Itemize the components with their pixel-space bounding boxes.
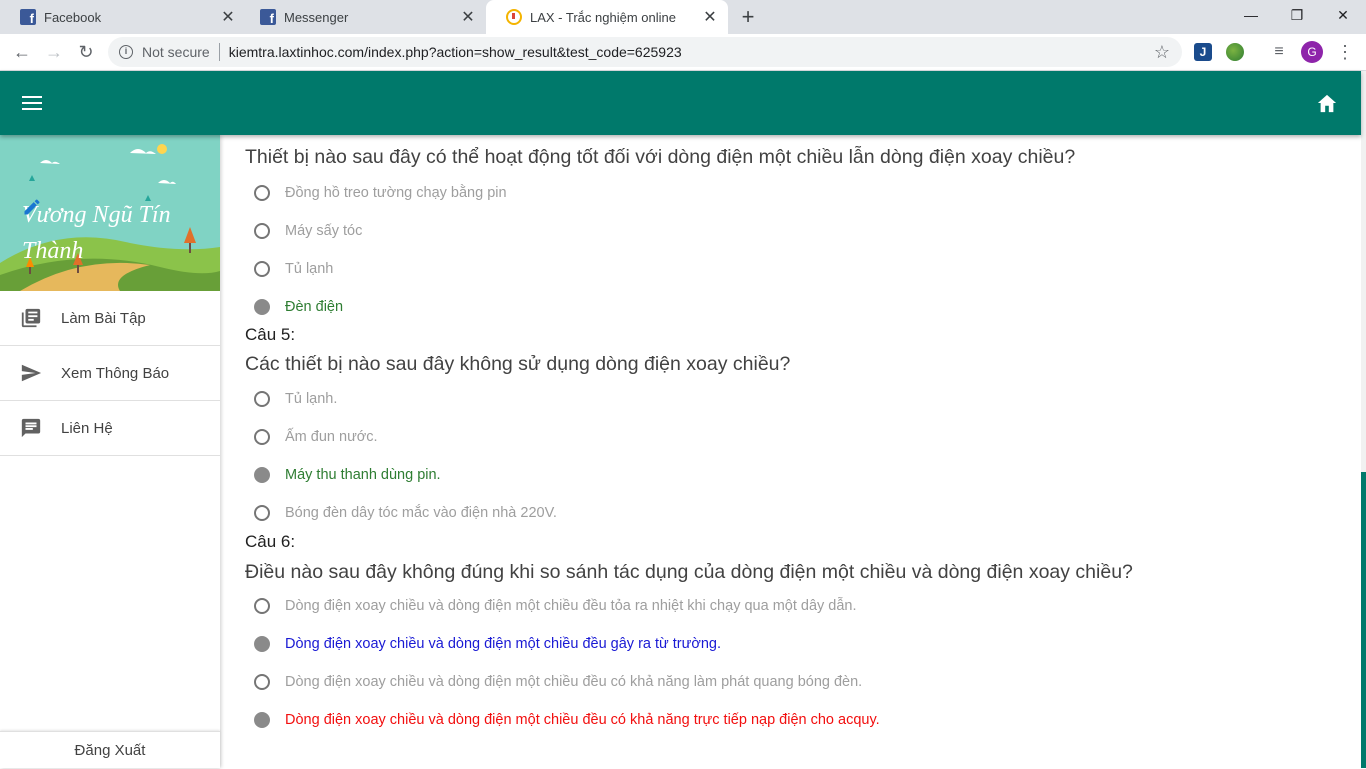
quiz-results: Thiết bị nào sau đây có thể hoạt động tố… [245, 135, 1345, 739]
question-text: Thiết bị nào sau đây có thể hoạt động tố… [245, 146, 1076, 168]
page-scrollbar[interactable] [1361, 71, 1366, 768]
option-text: Tủ lạnh. [285, 391, 338, 407]
info-icon[interactable]: i [119, 45, 133, 59]
option-text: Máy sấy tóc [285, 223, 363, 239]
radio-button[interactable] [254, 391, 270, 407]
close-icon[interactable]: ✕ [702, 7, 718, 27]
chat-icon [21, 418, 41, 438]
option-text: Dòng điện xoay chiều và dòng điện một ch… [285, 598, 857, 614]
question-text: Điều nào sau đây không đúng khi so sánh … [245, 561, 1133, 583]
radio-button[interactable] [254, 429, 270, 445]
answer-option[interactable]: Dòng điện xoay chiều và dòng điện một ch… [245, 625, 1345, 663]
pencil-icon[interactable] [22, 197, 42, 217]
sidebar-item-label: Liên Hệ [61, 419, 113, 437]
radio-button[interactable] [254, 598, 270, 614]
tab-lax[interactable]: LAX - Trắc nghiệm online ✕ [486, 0, 728, 34]
bookmark-star-icon[interactable]: ☆ [1154, 42, 1170, 63]
app-bar [0, 71, 1361, 135]
option-text: Dòng điện xoay chiều và dòng điện một ch… [285, 636, 721, 652]
media-list-icon[interactable]: ≡ [1270, 43, 1288, 61]
tab-title: Facebook [44, 9, 102, 25]
question-block: Thiết bị nào sau đây có thể hoạt động tố… [245, 135, 1345, 326]
browser-menu-icon[interactable]: ⋮ [1336, 40, 1354, 64]
question-text: Các thiết bị nào sau đây không sử dụng d… [245, 353, 791, 375]
question-block: Câu 6: Điều nào sau đây không đúng khi s… [245, 531, 1345, 739]
option-text: Bóng đèn dây tóc mắc vào điện nhà 220V. [285, 505, 557, 521]
sidebar-item-xem-thong-bao[interactable]: Xem Thông Báo [0, 346, 220, 401]
option-text: Ấm đun nước. [285, 429, 378, 445]
option-text: Đồng hồ treo tường chạy bằng pin [285, 185, 507, 201]
facebook-icon: f [20, 9, 36, 25]
scrollbar-thumb[interactable] [1361, 472, 1366, 768]
option-text: Dòng điện xoay chiều và dòng điện một ch… [285, 674, 863, 690]
address-bar[interactable]: i Not secure kiemtra.laxtinhoc.com/index… [108, 37, 1182, 67]
extension-j-icon[interactable]: J [1194, 43, 1212, 61]
forward-button[interactable]: → [40, 38, 68, 66]
radio-button[interactable] [254, 223, 270, 239]
answer-option[interactable]: Tủ lạnh [245, 250, 1345, 288]
answer-option[interactable]: Dòng điện xoay chiều và dòng điện một ch… [245, 701, 1345, 739]
answer-option[interactable]: Máy thu thanh dùng pin. [245, 456, 1345, 494]
answer-option[interactable]: Đèn điện [245, 288, 1345, 326]
radio-button[interactable] [254, 505, 270, 521]
library-books-icon [21, 308, 41, 328]
window-close-button[interactable]: ✕ [1320, 0, 1366, 30]
sidebar-item-lien-he[interactable]: Liên Hệ [0, 401, 220, 456]
new-tab-button[interactable]: + [736, 4, 760, 30]
profile-avatar[interactable]: G [1301, 41, 1323, 63]
send-icon [21, 364, 42, 382]
browser-tab-bar: f Facebook ✕ f Messenger ✕ LAX - Trắc ng… [0, 0, 1366, 34]
radio-button[interactable] [254, 636, 270, 652]
tab-messenger[interactable]: f Messenger ✕ [240, 0, 486, 34]
lax-icon [506, 9, 522, 25]
security-label: Not secure [142, 44, 210, 60]
user-name: Vương Ngũ Tín Thành [22, 202, 171, 264]
question-label: Câu 6: [245, 532, 296, 551]
sidebar: Vương Ngũ Tín Thành Làm Bài Tập Xem Thôn… [0, 135, 220, 768]
question-label: Câu 5: [245, 325, 296, 344]
radio-button[interactable] [254, 299, 270, 315]
user-name-block: Vương Ngũ Tín Thành [22, 197, 202, 269]
radio-button[interactable] [254, 712, 270, 728]
home-icon[interactable] [1316, 93, 1338, 113]
answer-option[interactable]: Bóng đèn dây tóc mắc vào điện nhà 220V. [245, 494, 1345, 532]
close-icon[interactable]: ✕ [460, 7, 476, 27]
answer-option[interactable]: Dòng điện xoay chiều và dòng điện một ch… [245, 663, 1345, 701]
omnibox-divider [218, 43, 220, 61]
answer-option[interactable]: Đồng hồ treo tường chạy bằng pin [245, 174, 1345, 212]
answer-option[interactable]: Ấm đun nước. [245, 418, 1345, 456]
reload-button[interactable]: ↻ [72, 38, 100, 66]
sidebar-item-lam-bai-tap[interactable]: Làm Bài Tập [0, 291, 220, 346]
sidebar-item-label: Làm Bài Tập [61, 309, 146, 327]
option-text: Dòng điện xoay chiều và dòng điện một ch… [285, 712, 880, 728]
question-block: Câu 5: Các thiết bị nào sau đây không sử… [245, 324, 1345, 532]
option-text: Đèn điện [285, 299, 344, 315]
tab-title: LAX - Trắc nghiệm online [530, 9, 676, 25]
browser-toolbar: ← → ↻ i Not secure kiemtra.laxtinhoc.com… [0, 34, 1366, 71]
restore-button[interactable]: ❐ [1274, 0, 1320, 30]
back-button[interactable]: ← [8, 38, 36, 66]
sidebar-item-label: Xem Thông Báo [61, 364, 170, 382]
logout-button[interactable]: Đăng Xuất [0, 731, 220, 768]
tab-title: Messenger [284, 9, 349, 25]
answer-option[interactable]: Tủ lạnh. [245, 380, 1345, 418]
option-text: Máy thu thanh dùng pin. [285, 467, 441, 483]
answer-option[interactable]: Máy sấy tóc [245, 212, 1345, 250]
tab-facebook[interactable]: f Facebook ✕ [0, 0, 246, 34]
radio-button[interactable] [254, 261, 270, 277]
answer-option[interactable]: Dòng điện xoay chiều và dòng điện một ch… [245, 587, 1345, 625]
radio-button[interactable] [254, 185, 270, 201]
close-icon[interactable]: ✕ [220, 7, 236, 27]
minimize-button[interactable]: — [1228, 0, 1274, 30]
facebook-icon: f [260, 9, 276, 25]
profile-banner: Vương Ngũ Tín Thành [0, 135, 220, 291]
radio-button[interactable] [254, 467, 270, 483]
hamburger-menu-icon[interactable] [22, 96, 42, 110]
url-text[interactable]: kiemtra.laxtinhoc.com/index.php?action=s… [229, 44, 682, 60]
option-text: Tủ lạnh [285, 261, 334, 277]
radio-button[interactable] [254, 674, 270, 690]
extension-globe-icon[interactable] [1226, 43, 1244, 61]
